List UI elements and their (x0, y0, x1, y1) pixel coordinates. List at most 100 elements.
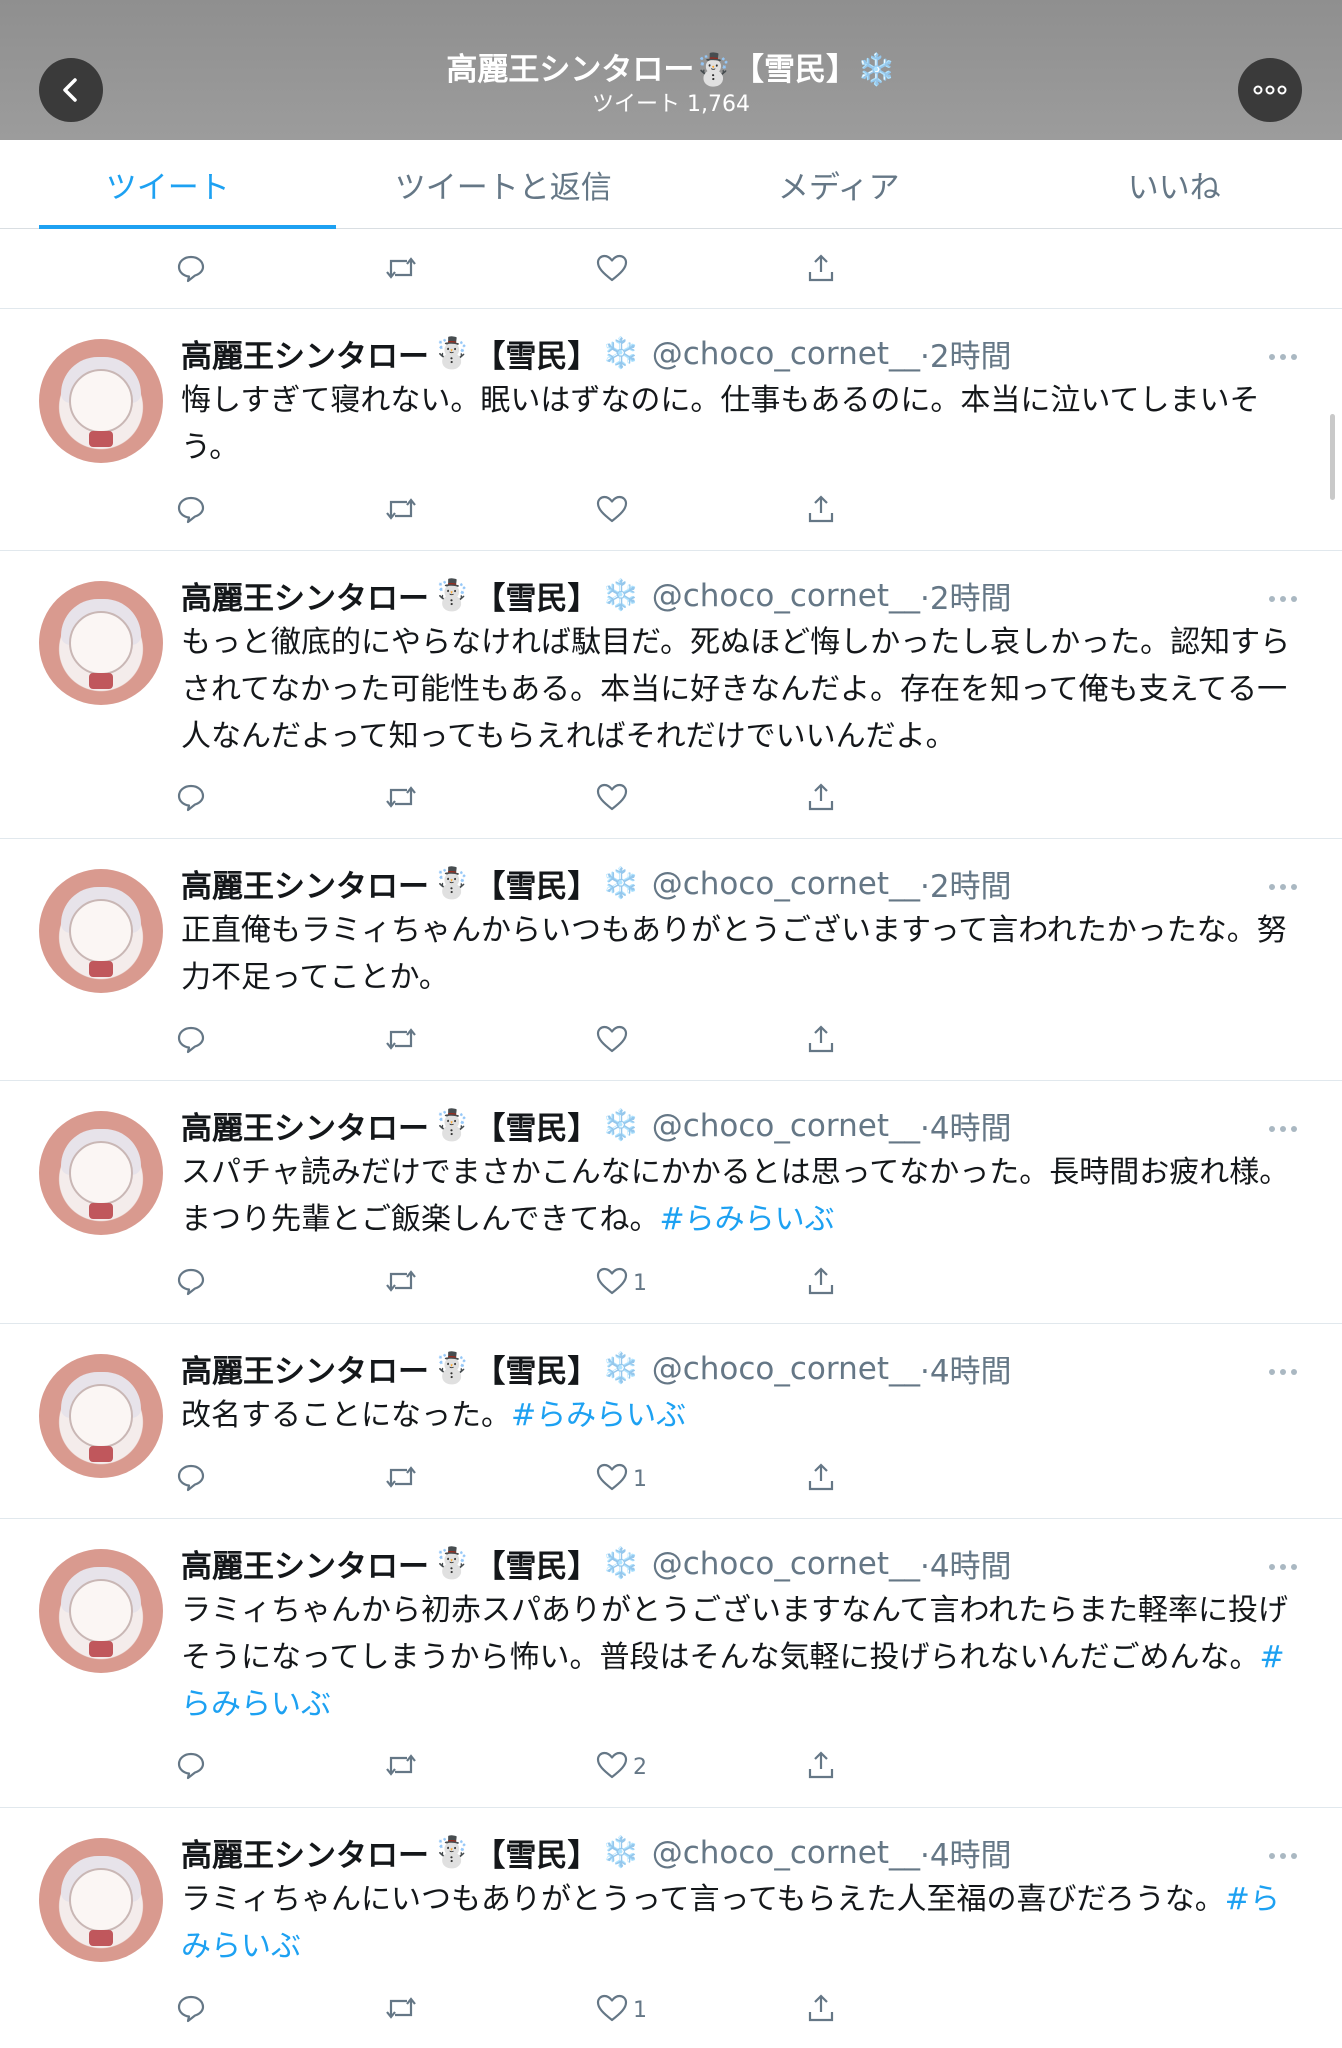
tweet-text: スパチャ読みだけでまさかこんなにかかるとは思ってなかった。長時間お疲れ様。まつり… (181, 1149, 1301, 1243)
avatar[interactable] (39, 581, 163, 705)
author-name[interactable]: 高麗王シンタロー (181, 1103, 429, 1148)
tweet-menu-button[interactable] (1268, 1119, 1298, 1132)
like-icon (595, 1265, 629, 1301)
retweet-button[interactable] (383, 1459, 419, 1499)
like-button[interactable] (595, 1021, 633, 1061)
author-handle[interactable]: @choco_cornet__ (652, 578, 920, 614)
tweet[interactable]: 高麗王シンタロー ☃️ 【雪民】 ❄️ @choco_cornet__ ·4時間 改名するこ… (0, 1323, 1342, 1518)
tweet-menu-button[interactable] (1268, 1846, 1298, 1859)
share-button[interactable] (805, 250, 837, 290)
hashtag-link[interactable]: #らみらいぶ (660, 1202, 835, 1237)
retweet-button[interactable] (383, 491, 419, 531)
author-name[interactable]: 高麗王シンタロー (181, 331, 429, 376)
tweet[interactable]: 高麗王シンタロー ☃️ 【雪民】 ❄️ @choco_cornet__ ·2時間 正直俺もラ… (0, 838, 1342, 1080)
snowflake-emoji: ❄️ (602, 1351, 640, 1386)
reply-button[interactable] (175, 1747, 207, 1787)
tab-tweets-and-replies[interactable]: ツイートと返信 (336, 140, 672, 228)
retweet-icon (383, 1749, 419, 1785)
author-handle[interactable]: @choco_cornet__ (652, 1546, 920, 1582)
tweet-menu-button[interactable] (1268, 1557, 1298, 1570)
tweet-header: 高麗王シンタロー ☃️ 【雪民】 ❄️ @choco_cornet__ ·4時間 (181, 1541, 1012, 1586)
more-button[interactable] (1238, 58, 1302, 122)
reply-button[interactable] (175, 1459, 207, 1499)
like-button[interactable] (595, 250, 629, 290)
share-button[interactable] (805, 1990, 837, 2030)
tweet-menu-button[interactable] (1268, 347, 1298, 360)
author-name[interactable]: 高麗王シンタロー (181, 1830, 429, 1875)
author-name[interactable]: 高麗王シンタロー (181, 1541, 429, 1586)
share-button[interactable] (805, 1747, 837, 1787)
reply-button[interactable] (175, 491, 207, 531)
avatar[interactable] (39, 1549, 163, 1673)
tweet[interactable]: 高麗王シンタロー ☃️ 【雪民】 ❄️ @choco_cornet__ ·4時間 スパチャ読… (0, 1080, 1342, 1322)
avatar[interactable] (39, 869, 163, 993)
author-name[interactable]: 高麗王シンタロー (181, 861, 429, 906)
author-tag: 【雪民】 (474, 1354, 599, 1390)
author-tag: 【雪民】 (474, 1838, 599, 1874)
snowflake-emoji: ❄️ (602, 1835, 640, 1870)
retweet-button[interactable] (383, 1990, 419, 2030)
reply-button[interactable] (175, 1263, 207, 1303)
more-icon (1269, 1126, 1297, 1132)
like-button[interactable] (595, 779, 633, 819)
author-name[interactable]: 高麗王シンタロー (181, 1346, 429, 1391)
tweet-actions (175, 1021, 875, 1061)
share-button[interactable] (805, 1021, 837, 1061)
author-handle[interactable]: @choco_cornet__ (652, 1108, 920, 1144)
avatar[interactable] (39, 1111, 163, 1235)
like-button[interactable] (595, 491, 633, 531)
author-handle[interactable]: @choco_cornet__ (652, 866, 920, 902)
page-title: 高麗王シンタロー☃️【雪民】❄️ (446, 52, 896, 88)
reply-button[interactable] (175, 250, 207, 290)
share-button[interactable] (805, 1459, 837, 1499)
more-icon (1269, 354, 1297, 360)
tweet[interactable]: 高麗王シンタロー ☃️ 【雪民】 ❄️ @choco_cornet__ ·2時間 悔しすぎて… (0, 308, 1342, 550)
retweet-button[interactable] (383, 250, 419, 290)
tab-media[interactable]: メディア (671, 140, 1007, 228)
avatar[interactable] (39, 1838, 163, 1962)
tweet-actions: 2 (175, 1747, 875, 1787)
like-icon (595, 1749, 629, 1785)
tweet[interactable]: 高麗王シンタロー ☃️ 【雪民】 ❄️ @choco_cornet__ ·4時間 ラミィちゃ… (0, 1518, 1342, 1806)
reply-button[interactable] (175, 779, 207, 819)
share-button[interactable] (805, 1263, 837, 1303)
reply-button[interactable] (175, 1021, 207, 1061)
author-name[interactable]: 高麗王シンタロー (181, 573, 429, 618)
hashtag-link[interactable]: #らみらいぶ (511, 1398, 686, 1433)
like-button[interactable]: 1 (595, 1263, 647, 1303)
retweet-button[interactable] (383, 779, 419, 819)
snowman-emoji: ☃️ (433, 1546, 471, 1581)
like-icon (595, 493, 629, 529)
retweet-button[interactable] (383, 1747, 419, 1787)
snowman-emoji: ☃️ (433, 866, 471, 901)
tweet-menu-button[interactable] (1268, 589, 1298, 602)
tweet-menu-button[interactable] (1268, 877, 1298, 890)
author-handle[interactable]: @choco_cornet__ (652, 1835, 920, 1871)
snowflake-emoji: ❄️ (602, 578, 640, 613)
like-button[interactable]: 1 (595, 1990, 647, 2030)
snowflake-emoji: ❄️ (602, 1546, 640, 1581)
retweet-button[interactable] (383, 1263, 419, 1303)
avatar[interactable] (39, 339, 163, 463)
profile-header: 高麗王シンタロー☃️【雪民】❄️ ツイート 1,764 (0, 0, 1342, 140)
reply-icon (175, 781, 207, 817)
avatar[interactable] (39, 1354, 163, 1478)
tweet-body: もっと徹底的にやらなければ駄目だ。死ぬほど悔しかったし哀しかった。認知すらされて… (181, 625, 1291, 754)
scrollbar[interactable] (1330, 414, 1335, 500)
reply-button[interactable] (175, 1990, 207, 2030)
author-handle[interactable]: @choco_cornet__ (652, 1351, 920, 1387)
tab-likes[interactable]: いいね (1007, 140, 1342, 228)
like-count: 2 (633, 1754, 647, 1780)
author-handle[interactable]: @choco_cornet__ (652, 336, 920, 372)
share-button[interactable] (805, 779, 837, 819)
tweet[interactable]: 高麗王シンタロー ☃️ 【雪民】 ❄️ @choco_cornet__ ·2時間 もっと徹底… (0, 550, 1342, 838)
like-button[interactable]: 2 (595, 1747, 647, 1787)
tweet[interactable]: 高麗王シンタロー ☃️ 【雪民】 ❄️ @choco_cornet__ ·4時間 ラミィちゃ… (0, 1807, 1342, 2048)
tweet-menu-button[interactable] (1268, 1362, 1298, 1375)
tab-tweets[interactable]: ツイート (0, 140, 336, 229)
share-button[interactable] (805, 491, 837, 531)
like-button[interactable]: 1 (595, 1459, 647, 1499)
author-tag: 【雪民】 (474, 869, 599, 905)
reply-icon (175, 252, 207, 288)
retweet-button[interactable] (383, 1021, 419, 1061)
